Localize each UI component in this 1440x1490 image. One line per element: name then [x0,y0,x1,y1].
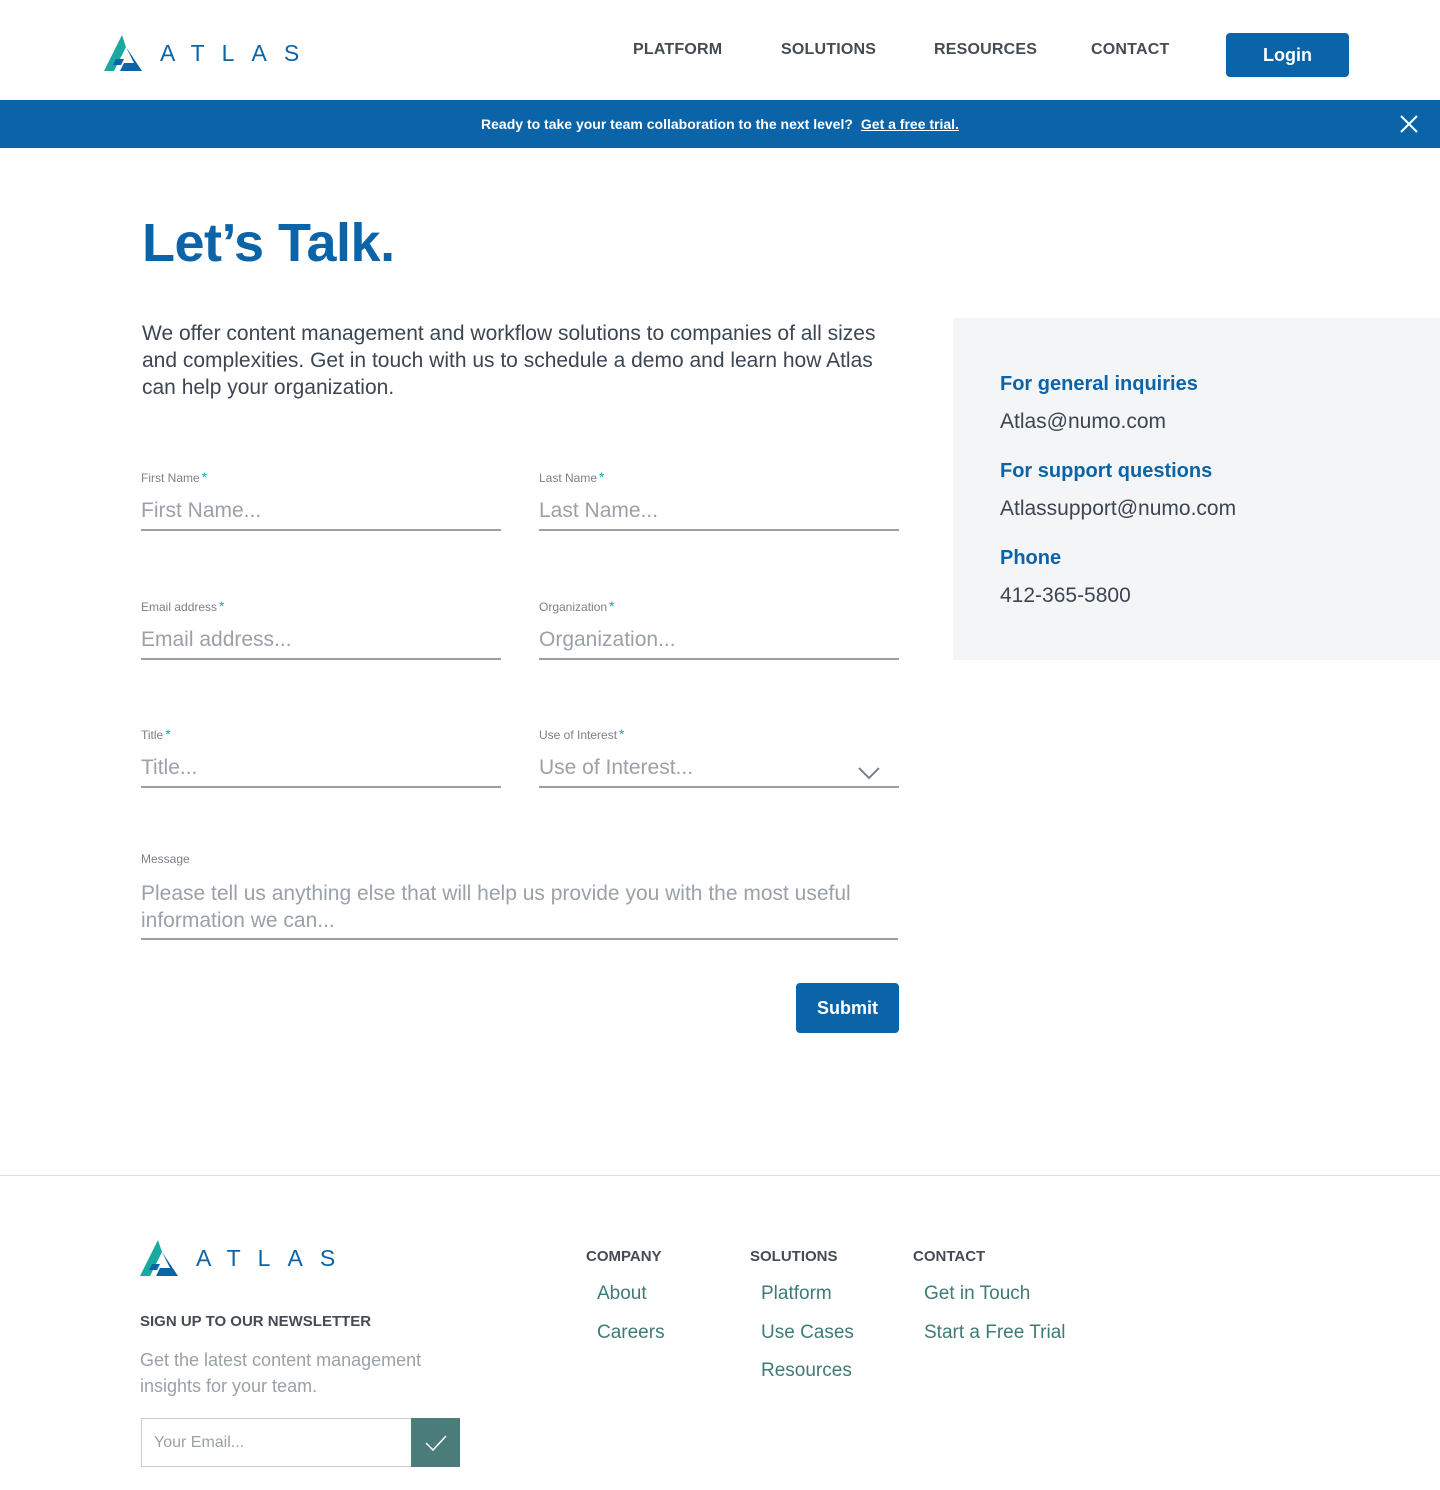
footer-link-about[interactable]: About [597,1283,647,1305]
phone-number[interactable]: 412-365-5800 [1000,584,1131,608]
organization-label: Organization * [539,598,615,614]
nav-solutions[interactable]: SOLUTIONS [781,41,876,59]
phone-heading: Phone [1000,547,1062,569]
site-header: ATLAS PLATFORM SOLUTIONS RESOURCES CONTA… [0,0,1440,100]
checkmark-icon [424,1434,447,1451]
title-label: Title * [141,726,171,742]
chevron-down-icon[interactable] [857,766,881,780]
email-input[interactable] [141,628,501,652]
general-email[interactable]: Atlas@numo.com [1000,410,1166,434]
title-field: Title * [141,726,501,788]
footer-link-platform[interactable]: Platform [761,1283,832,1305]
atlas-logo-icon [104,35,142,71]
intro-text: We offer content management and workflow… [142,322,876,399]
support-heading: For support questions [1000,460,1213,482]
general-inquiries-heading: For general inquiries [1000,373,1198,395]
support-email[interactable]: Atlassupport@numo.com [1000,497,1236,521]
footer-link-free-trial[interactable]: Start a Free Trial [924,1322,1066,1344]
submit-button[interactable]: Submit [796,983,899,1033]
use-of-interest-select[interactable] [539,756,899,780]
required-mark: * [609,598,615,614]
footer-company-heading: COMPANY [586,1248,662,1265]
footer-link-get-in-touch[interactable]: Get in Touch [924,1283,1030,1305]
required-mark: * [619,726,625,742]
footer-solutions-heading: SOLUTIONS [750,1248,838,1265]
newsletter-description: Get the latest content management insigh… [140,1350,422,1396]
free-trial-link[interactable]: Get a free trial. [861,116,959,132]
first-name-field: First Name * [141,469,501,531]
newsletter-email-input[interactable] [141,1418,412,1467]
atlas-logo-text: ATLAS [196,1244,353,1271]
email-field: Email address * [141,598,501,660]
footer-link-careers[interactable]: Careers [597,1322,665,1344]
newsletter-submit-button[interactable] [411,1418,460,1467]
footer-contact-heading: CONTACT [913,1248,986,1265]
footer-link-use-cases[interactable]: Use Cases [761,1322,854,1344]
required-mark: * [219,598,225,614]
nav-contact[interactable]: CONTACT [1091,41,1169,59]
login-button[interactable]: Login [1226,33,1349,77]
first-name-input[interactable] [141,499,501,523]
atlas-logo-icon [140,1240,178,1276]
nav-resources[interactable]: RESOURCES [934,41,1037,59]
message-label: Message [141,852,190,866]
last-name-label: Last Name * [539,469,605,485]
atlas-logo-text: ATLAS [160,39,317,66]
organization-field: Organization * [539,598,899,660]
footer-atlas-logo[interactable]: ATLAS [140,1240,352,1276]
email-label: Email address * [141,598,225,614]
footer-link-resources[interactable]: Resources [761,1360,852,1382]
last-name-input[interactable] [539,499,899,523]
first-name-label: First Name * [141,469,208,485]
title-input[interactable] [141,756,501,780]
message-field[interactable]: Message Please tell us anything else tha… [141,852,898,940]
page-title: Let’s Talk. [142,213,395,273]
nav-platform[interactable]: PLATFORM [633,41,722,59]
last-name-field: Last Name * [539,469,899,531]
required-mark: * [201,469,208,485]
footer-divider [0,1175,1440,1176]
atlas-logo[interactable]: ATLAS [104,35,316,71]
close-icon[interactable] [1398,113,1420,135]
promo-banner: Ready to take your team collaboration to… [0,100,1440,148]
required-mark: * [165,726,171,742]
contact-info-panel: For general inquiries Atlas@numo.com For… [953,318,1440,660]
newsletter-heading: SIGN UP TO OUR NEWSLETTER [140,1313,372,1330]
message-textarea[interactable]: Please tell us anything else that will h… [141,880,898,934]
organization-input[interactable] [539,628,899,652]
use-of-interest-label: Use of Interest * [539,726,625,742]
banner-text: Ready to take your team collaboration to… [481,116,853,132]
required-mark: * [599,469,605,485]
use-of-interest-field[interactable]: Use of Interest * [539,726,899,788]
